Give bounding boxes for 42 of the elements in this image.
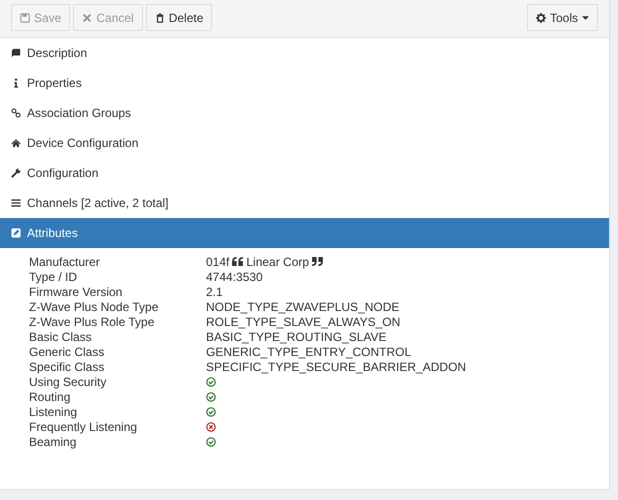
attribute-label: Generic Class <box>29 344 106 360</box>
attribute-value: NODE_TYPE_ZWAVEPLUS_NODE <box>206 298 400 316</box>
gear-icon <box>536 12 546 22</box>
floppy-icon <box>20 12 30 22</box>
manufacturer-name: Linear Corp <box>246 254 310 270</box>
trash-icon <box>154 12 165 22</box>
menu-icon <box>11 198 21 208</box>
attribute-value: 2.1 <box>206 284 223 300</box>
attribute-label: Specific Class <box>29 358 106 376</box>
attribute-value: 4744:3530 <box>206 268 263 286</box>
attribute-label: Z-Wave Plus Role Type <box>29 314 156 330</box>
toolbar-button[interactable]: Delete <box>146 4 212 31</box>
accordion-header[interactable]: Description <box>0 38 609 68</box>
attribute-label: Frequently Listening <box>29 418 138 436</box>
attribute-label: Basic Class <box>29 328 93 346</box>
manufacturer-code: 014f <box>206 254 230 270</box>
accordion-header[interactable]: Properties <box>0 68 609 98</box>
edit-icon <box>11 228 21 238</box>
attribute-label: Type / ID <box>29 268 78 286</box>
close-icon <box>82 12 92 22</box>
attribute-label: Listening <box>29 404 78 420</box>
quote-open-icon <box>232 257 244 266</box>
accordion-header[interactable]: Configuration <box>0 158 609 188</box>
attribute-value: SPECIFIC_TYPE_SECURE_BARRIER_ADDON <box>206 358 466 376</box>
quote-close-icon <box>312 257 324 266</box>
attribute-value: ROLE_TYPE_SLAVE_ALWAYS_ON <box>206 314 400 330</box>
attribute-label: Beaming <box>29 434 78 450</box>
attribute-value: BASIC_TYPE_ROUTING_SLAVE <box>206 328 387 346</box>
caret-icon <box>582 16 589 20</box>
link-icon <box>11 108 21 118</box>
attribute-value: GENERIC_TYPE_ENTRY_CONTROL <box>206 344 412 360</box>
home-icon <box>11 138 21 148</box>
tools-dropdown[interactable]: Tools <box>526 4 598 31</box>
attribute-label: Firmware Version <box>29 284 124 300</box>
accordion-header[interactable]: Device Configuration <box>0 128 609 158</box>
attribute-label: Manufacturer <box>29 254 101 270</box>
wrench-icon <box>11 168 21 178</box>
attribute-label: Routing <box>29 388 72 406</box>
attribute-label: Z-Wave Plus Node Type <box>29 298 160 316</box>
accordion-header[interactable]: Attributes <box>0 218 609 248</box>
accordion-header[interactable]: Association Groups <box>0 98 609 128</box>
attribute-label: Using Security <box>29 374 108 390</box>
